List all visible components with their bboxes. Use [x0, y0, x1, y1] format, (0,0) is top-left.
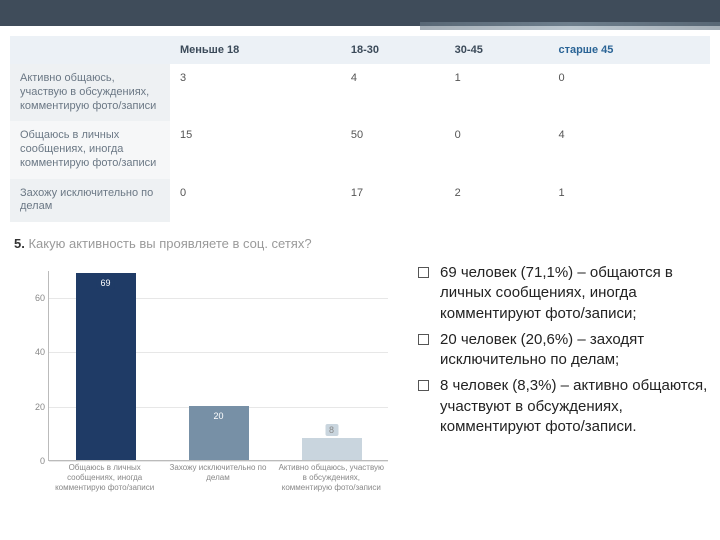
bar: 20 [189, 406, 249, 460]
bar-value-label: 20 [209, 410, 227, 422]
summary-item: 8 человек (8,3%) – активно общаются, уча… [418, 376, 710, 437]
bar: 69 [76, 273, 136, 460]
bar-value-label: 69 [96, 277, 114, 289]
question-title: 5. Какую активность вы проявляете в соц.… [14, 236, 720, 251]
y-tick-label: 0 [25, 456, 45, 466]
th-empty [10, 36, 170, 64]
cell: 0 [548, 64, 710, 121]
cell: 1 [445, 64, 549, 121]
summary-list: 69 человек (71,1%) – общаются в личных с… [418, 263, 710, 443]
cell: 2 [445, 179, 549, 223]
slide-topbar [0, 0, 720, 26]
x-tick-label: Общаюсь в личных сообщениях, иногда комм… [50, 463, 160, 493]
bar: 8 [302, 438, 362, 460]
th-30-45: 30-45 [445, 36, 549, 64]
bar-chart: 0 20 40 60 69 20 8 Общаюсь в личных сообщениях… [18, 261, 398, 521]
summary-item: 69 человек (71,1%) – общаются в личных с… [418, 263, 710, 324]
cell: 4 [548, 121, 710, 178]
cell: 17 [341, 179, 445, 223]
cell: 50 [341, 121, 445, 178]
table-row: Захожу исключительно по делам 0 17 2 1 [10, 179, 710, 223]
cell: 4 [341, 64, 445, 121]
y-tick-label: 60 [25, 293, 45, 303]
row-label: Захожу исключительно по делам [10, 179, 170, 223]
table-row: Активно общаюсь, участвую в обсуждениях,… [10, 64, 710, 121]
cell: 3 [170, 64, 341, 121]
gridline [49, 461, 388, 462]
summary-item: 20 человек (20,6%) – заходят исключитель… [418, 330, 710, 371]
cell: 0 [170, 179, 341, 223]
th-45plus[interactable]: старше 45 [548, 36, 710, 64]
question-number: 5. [14, 236, 25, 251]
cell: 15 [170, 121, 341, 178]
row-label: Общаюсь в личных сообщениях, иногда комм… [10, 121, 170, 178]
th-lt18: Меньше 18 [170, 36, 341, 64]
bar-value-label: 8 [325, 424, 338, 436]
y-tick-label: 40 [25, 347, 45, 357]
row-label: Активно общаюсь, участвую в обсуждениях,… [10, 64, 170, 121]
question-text: Какую активность вы проявляете в соц. се… [28, 236, 311, 251]
th-18-30: 18-30 [341, 36, 445, 64]
crosstab-table: Меньше 18 18-30 30-45 старше 45 Активно … [10, 36, 710, 222]
y-tick-label: 20 [25, 402, 45, 412]
cell: 1 [548, 179, 710, 223]
x-tick-label: Захожу исключительно по делам [163, 463, 273, 493]
x-tick-label: Активно общаюсь, участвую в обсуждениях,… [276, 463, 386, 493]
cell: 0 [445, 121, 549, 178]
table-row: Общаюсь в личных сообщениях, иногда комм… [10, 121, 710, 178]
